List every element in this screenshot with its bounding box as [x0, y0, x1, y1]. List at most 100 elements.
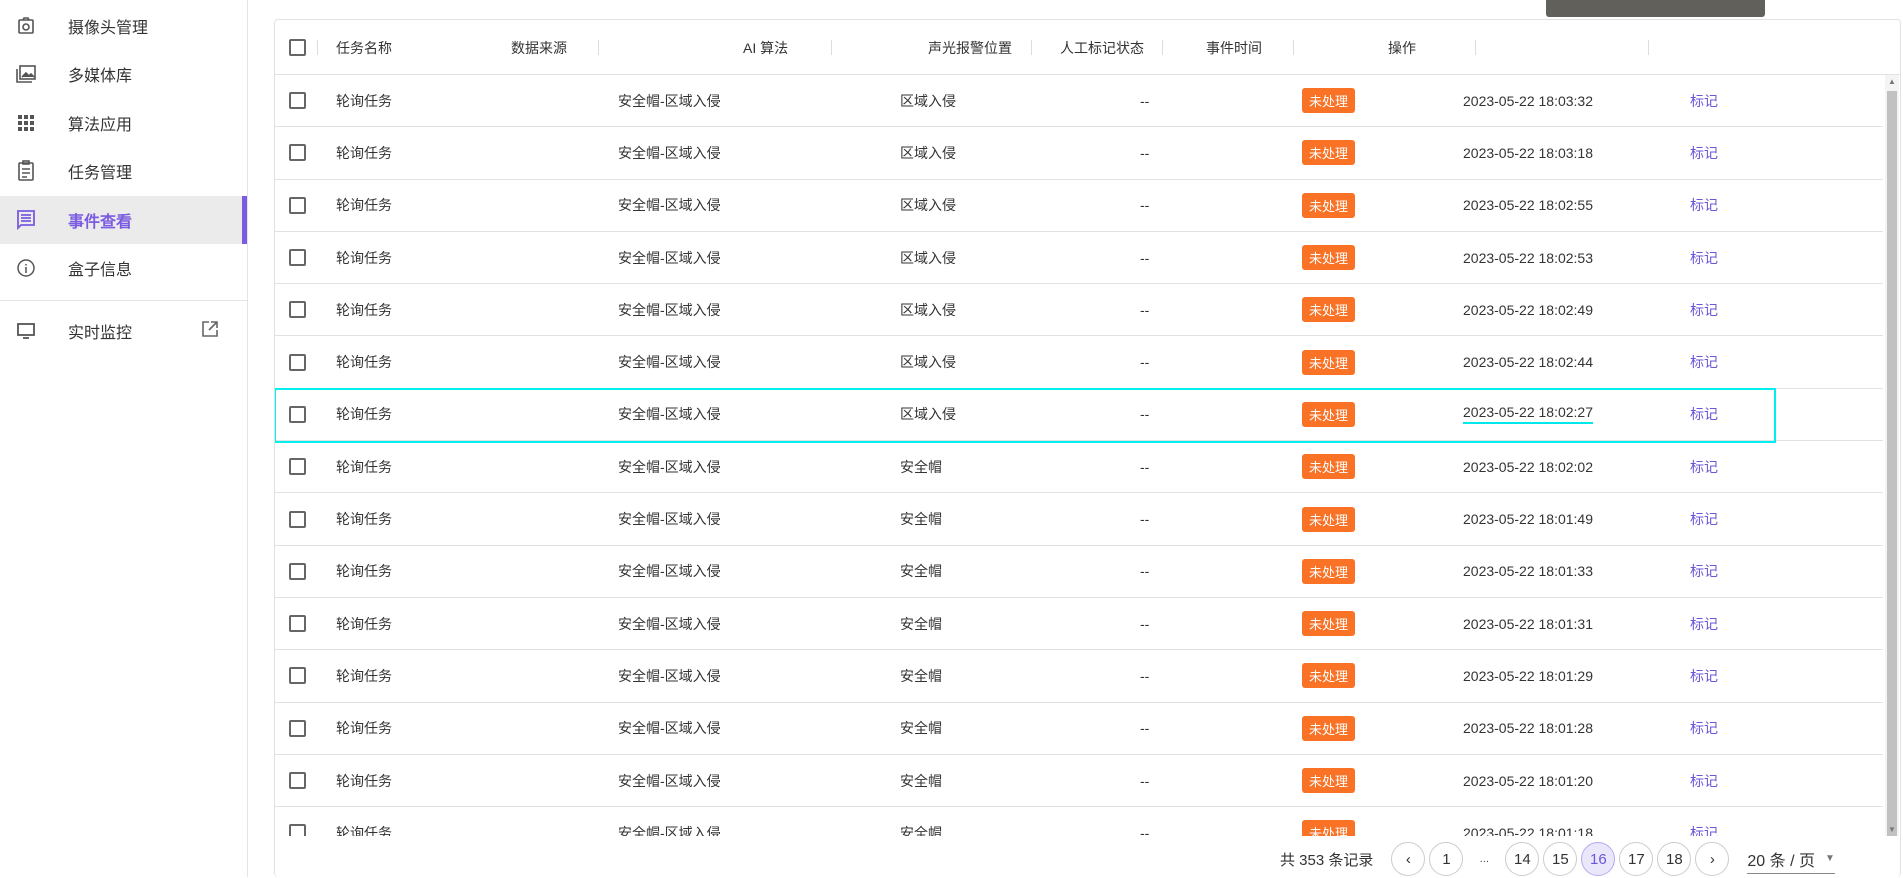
column-header[interactable]: AI 算法 [743, 20, 788, 75]
mark-link[interactable]: 标记 [1690, 248, 1718, 268]
page-button[interactable]: 18 [1657, 842, 1692, 876]
table-row[interactable]: 轮询任务 安全帽-区域入侵 区域入侵 -- 未处理 2023-05-22 18:02:55… [275, 180, 1883, 232]
sidebar-item-monitor[interactable]: 实时监控 [0, 307, 247, 355]
row-checkbox[interactable] [289, 301, 306, 319]
alarm-location-text: -- [1140, 301, 1150, 318]
table-row[interactable]: 轮询任务 安全帽-区域入侵 安全帽 -- 未处理 2023-05-22 18:01:49 标… [275, 493, 1883, 546]
sidebar-item-1[interactable]: 多媒体库 [0, 50, 247, 98]
mark-link[interactable]: 标记 [1690, 91, 1718, 111]
sidebar-item-2[interactable]: 算法应用 [0, 99, 247, 147]
page-button[interactable]: 1 [1429, 842, 1464, 876]
ai-algorithm-cell: 区域入侵 [900, 232, 956, 283]
table-row[interactable]: 轮询任务 安全帽-区域入侵 区域入侵 -- 未处理 2023-05-22 18:02:44… [275, 337, 1883, 389]
row-checkbox[interactable] [289, 562, 306, 580]
action-cell: 标记 [1690, 493, 1718, 544]
sidebar-item-4[interactable]: 事件查看 [0, 196, 247, 244]
task-name-cell: 轮询任务 [336, 598, 392, 649]
select-all-checkbox[interactable] [289, 39, 306, 56]
table-row[interactable]: 轮询任务 安全帽-区域入侵 安全帽 -- 未处理 2023-05-22 18:01:29 标… [275, 650, 1883, 703]
column-header[interactable]: 人工标记状态 [1060, 20, 1144, 75]
mark-link[interactable]: 标记 [1690, 718, 1718, 738]
row-checkbox[interactable] [289, 615, 306, 633]
table-row[interactable]: 轮询任务 安全帽-区域入侵 安全帽 -- 未处理 2023-05-22 18:02:02 标… [275, 441, 1883, 494]
sidebar-item-0[interactable]: 摄像头管理 [0, 2, 247, 50]
column-header[interactable]: 声光报警位置 [928, 20, 1012, 75]
row-checkbox[interactable] [289, 196, 306, 214]
event-time-text: 2023-05-22 18:02:44 [1463, 354, 1593, 371]
table-row[interactable]: 轮询任务 安全帽-区域入侵 区域入侵 -- 未处理 2023-05-22 18:02:27… [275, 387, 1883, 444]
mark-link[interactable]: 标记 [1690, 352, 1718, 372]
next-page-button[interactable]: › [1695, 842, 1730, 876]
external-link-icon[interactable] [200, 319, 220, 344]
scrollbar[interactable]: ▲ ▼ [1885, 75, 1899, 836]
mark-link[interactable]: 标记 [1690, 614, 1718, 634]
column-separator [1293, 40, 1294, 55]
page-size-select[interactable]: 20 条 / 页 ▼ [1747, 845, 1835, 874]
event-time-text: 2023-05-22 18:02:49 [1463, 301, 1593, 318]
mark-link[interactable]: 标记 [1690, 509, 1718, 529]
row-checkbox[interactable] [289, 719, 306, 737]
column-header[interactable]: 任务名称 [336, 20, 392, 75]
row-checkbox[interactable] [289, 353, 306, 371]
ai-algorithm-cell: 安全帽 [900, 650, 942, 701]
row-checkbox[interactable] [289, 405, 306, 423]
status-badge: 未处理 [1302, 192, 1356, 218]
table-row[interactable]: 轮询任务 安全帽-区域入侵 安全帽 -- 未处理 2023-05-22 18:01:20 标… [275, 755, 1883, 808]
mark-link[interactable]: 标记 [1690, 771, 1718, 791]
row-checkbox[interactable] [289, 510, 306, 528]
row-checkbox[interactable] [289, 92, 306, 110]
table-row[interactable]: 轮询任务 安全帽-区域入侵 安全帽 -- 未处理 2023-05-22 18:01:33 标… [275, 546, 1883, 598]
mark-link[interactable]: 标记 [1690, 823, 1718, 836]
row-checkbox[interactable] [289, 824, 306, 836]
pagination-ellipsis[interactable]: … [1467, 854, 1501, 865]
table-row[interactable]: 轮询任务 安全帽-区域入侵 安全帽 -- 未处理 2023-05-22 18:01:28 标… [275, 703, 1883, 755]
row-checkbox[interactable] [289, 772, 306, 790]
column-header[interactable]: 操作 [1388, 20, 1416, 75]
table-row[interactable]: 轮询任务 安全帽-区域入侵 安全帽 -- 未处理 2023-05-22 18:01:31 标… [275, 598, 1883, 651]
column-header[interactable]: 事件时间 [1206, 20, 1262, 75]
scrollbar-thumb[interactable] [1887, 91, 1897, 836]
row-select-cell [289, 493, 306, 544]
scroll-up-icon[interactable]: ▲ [1888, 77, 1896, 86]
table-row[interactable]: 轮询任务 安全帽-区域入侵 区域入侵 -- 未处理 2023-05-22 18:03:18… [275, 127, 1883, 180]
page-button[interactable]: 15 [1543, 842, 1578, 876]
column-header[interactable]: 数据来源 [511, 20, 567, 75]
event-time-cell: 2023-05-22 18:01:33 [1463, 546, 1593, 597]
mark-link[interactable]: 标记 [1690, 300, 1718, 320]
row-checkbox[interactable] [289, 144, 306, 162]
row-checkbox[interactable] [289, 667, 306, 685]
column-separator [1162, 40, 1163, 55]
mark-link[interactable]: 标记 [1690, 666, 1718, 686]
ai-algorithm-text: 安全帽 [900, 667, 942, 684]
status-badge: 未处理 [1302, 506, 1356, 532]
ai-algorithm-cell: 安全帽 [900, 807, 942, 836]
ai-algorithm-text: 安全帽 [900, 772, 942, 789]
table-row[interactable]: 轮询任务 安全帽-区域入侵 区域入侵 -- 未处理 2023-05-22 18:03:32… [275, 75, 1883, 128]
sidebar-item-3[interactable]: 任务管理 [0, 147, 247, 195]
event-time-cell: 2023-05-22 18:02:53 [1463, 232, 1593, 283]
mark-link[interactable]: 标记 [1690, 561, 1718, 581]
page-button[interactable]: 14 [1505, 842, 1540, 876]
data-source-cell: 安全帽-区域入侵 [618, 493, 721, 544]
prev-page-button[interactable]: ‹ [1391, 842, 1426, 876]
mark-link[interactable]: 标记 [1690, 404, 1718, 424]
mark-link[interactable]: 标记 [1690, 143, 1718, 163]
page-button[interactable]: 17 [1619, 842, 1654, 876]
mark-status-cell: 未处理 [1302, 493, 1356, 544]
table-row[interactable]: 轮询任务 安全帽-区域入侵 区域入侵 -- 未处理 2023-05-22 18:02:53… [275, 232, 1883, 285]
clipboard-icon [14, 159, 38, 183]
status-badge: 未处理 [1302, 663, 1356, 689]
action-cell: 标记 [1690, 755, 1718, 806]
row-select-cell [289, 755, 306, 806]
event-time-cell: 2023-05-22 18:02:27 [1463, 389, 1593, 440]
row-checkbox[interactable] [289, 458, 306, 476]
scroll-down-icon[interactable]: ▼ [1888, 825, 1896, 834]
row-checkbox[interactable] [289, 249, 306, 267]
mark-link[interactable]: 标记 [1690, 195, 1718, 215]
page-button[interactable]: 16 [1581, 842, 1616, 876]
mark-link[interactable]: 标记 [1690, 457, 1718, 477]
sidebar-item-5[interactable]: 盒子信息 [0, 244, 247, 292]
row-select-cell [289, 807, 306, 836]
table-row[interactable]: 轮询任务 安全帽-区域入侵 区域入侵 -- 未处理 2023-05-22 18:02:49… [275, 284, 1883, 337]
table-row[interactable]: 轮询任务 安全帽-区域入侵 安全帽 -- 未处理 2023-05-22 18:01:18 标… [275, 807, 1883, 836]
